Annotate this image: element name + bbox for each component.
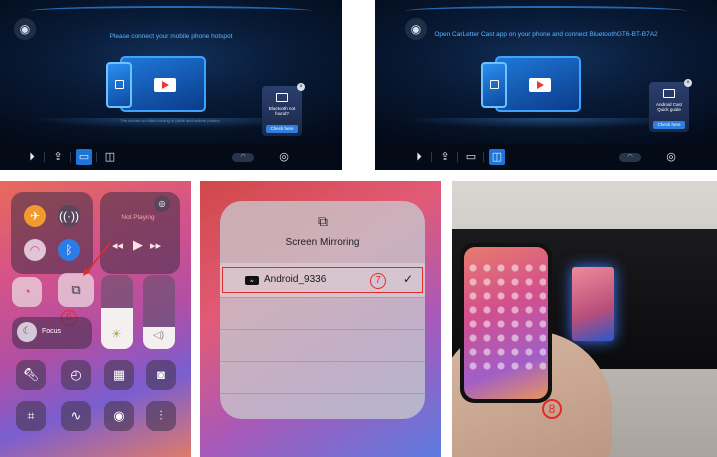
device-name: Android_9336	[264, 274, 327, 285]
speaker-icon: ◁)	[153, 330, 165, 341]
play-icon[interactable]: ▶	[133, 237, 143, 253]
now-playing-label: Not Playing	[121, 214, 155, 221]
airplay-icon[interactable]: ◫	[489, 149, 505, 165]
dock-bar: ⏵ ⇪ ▭ ◫ ◠ ◎	[375, 144, 717, 170]
airplay-audio-icon[interactable]: ◎	[154, 196, 170, 212]
airplane-icon[interactable]: ✈	[24, 205, 46, 227]
panel-title: Screen Mirroring	[285, 237, 360, 248]
play-circle-icon[interactable]: ⏵	[411, 149, 427, 165]
help-card[interactable]: × Android Cast Quick guide Check here	[649, 79, 692, 132]
voice-memo-icon[interactable]: ⫶	[146, 401, 176, 431]
phone-illustration	[106, 62, 132, 108]
airplay-icon[interactable]: ◫	[102, 149, 118, 165]
upload-screen-icon[interactable]: ⇪	[437, 149, 453, 165]
play-circle-icon[interactable]: ⏵	[24, 149, 40, 165]
check-here-button[interactable]: Check here	[266, 125, 298, 133]
settings-icon[interactable]: ◎	[663, 149, 679, 165]
car-screen-bluetooth: ◉ Open CarLetter Cast app on your phone …	[375, 0, 717, 170]
check-here-button[interactable]: Check here	[653, 121, 685, 129]
upload-screen-icon[interactable]: ⇪	[50, 149, 66, 165]
calculator-icon[interactable]: ▦	[104, 360, 134, 390]
brightness-slider[interactable]: ☀	[101, 275, 133, 349]
rotation-lock-icon[interactable]: ◔	[12, 277, 42, 307]
screen-mirroring-icon: ⧉	[318, 213, 328, 229]
connect-message: Open CarLetter Cast app on your phone an…	[434, 31, 658, 38]
screen-mirroring-sheet: ⧉ Screen Mirroring tv Android_9336 7 ✓	[200, 181, 441, 457]
sub-hint: The screen on video turning in (write an…	[120, 118, 220, 123]
flashlight-icon[interactable]: 🔦︎	[16, 360, 46, 390]
cast-screen-icon[interactable]: ▭	[76, 149, 92, 165]
close-icon[interactable]: ×	[297, 83, 305, 91]
sound-recognition-icon[interactable]: ∿	[61, 401, 91, 431]
camera-icon[interactable]: ◙	[146, 360, 176, 390]
phone-control-center	[466, 261, 546, 371]
qr-scanner-icon[interactable]: ⌗	[16, 401, 46, 431]
next-icon[interactable]: ▸▸	[150, 239, 161, 252]
step-marker-8: 8	[542, 399, 562, 419]
mirroring-panel: ⧉ Screen Mirroring tv Android_9336 7 ✓	[220, 201, 425, 419]
screen-mirroring-icon[interactable]: ⧉	[58, 273, 94, 307]
moon-icon: ☾	[17, 322, 37, 342]
phone-illustration	[481, 62, 507, 108]
bluetooth-icon[interactable]: ᛒ	[58, 239, 80, 261]
cellular-icon[interactable]: ((·))	[58, 205, 80, 227]
cast-icon	[663, 89, 675, 98]
car-screen-hotspot: ◉ Please connect your mobile phone hotsp…	[0, 0, 342, 170]
help-card-text: Android Cast Quick guide	[655, 102, 682, 112]
pointer-arrow	[83, 242, 111, 276]
tablet-illustration	[120, 56, 206, 112]
top-glow	[30, 6, 312, 16]
wifi-pill-icon[interactable]: ◠	[232, 153, 254, 162]
close-icon[interactable]: ×	[684, 79, 692, 87]
apple-tv-icon: tv	[245, 276, 259, 285]
play-icon	[154, 78, 176, 92]
help-card-text: Bluetooth not found?	[268, 106, 296, 116]
step-marker-7: 7	[370, 273, 386, 289]
wifi-toggle-icon[interactable]: ◠	[24, 239, 46, 261]
ios-control-center: ✈ ((·)) ◠ ᛒ ◎ Not Playing ◂◂ ▶ ▸▸ ◔ ⧉ 6 …	[0, 181, 191, 457]
screen-record-icon[interactable]: ◉	[104, 401, 134, 431]
connect-message: Please connect your mobile phone hotspot	[109, 33, 233, 40]
settings-icon[interactable]: ◎	[276, 149, 292, 165]
dock-bar: ⏵ ⇪ ▭ ◫ ◠ ◎	[0, 144, 342, 170]
mirrored-car-display	[572, 267, 614, 341]
wifi-icon[interactable]: ◉	[14, 18, 36, 40]
help-card[interactable]: × Bluetooth not found? Check here	[262, 83, 305, 136]
top-glow	[405, 6, 687, 16]
cast-icon	[276, 93, 288, 102]
focus-label: Focus	[42, 328, 62, 335]
cast-screen-icon[interactable]: ▭	[463, 149, 479, 165]
checkmark-icon: ✓	[402, 272, 413, 286]
timer-icon[interactable]: ◴	[61, 360, 91, 390]
sun-icon: ☀	[111, 327, 122, 341]
volume-slider[interactable]: ◁)	[143, 275, 175, 349]
tablet-illustration	[495, 56, 581, 112]
focus-tile[interactable]: ☾ Focus	[12, 317, 92, 349]
play-icon	[529, 78, 551, 92]
car-mirroring-photo: 8	[452, 181, 717, 457]
wifi-pill-icon[interactable]: ◠	[619, 153, 641, 162]
